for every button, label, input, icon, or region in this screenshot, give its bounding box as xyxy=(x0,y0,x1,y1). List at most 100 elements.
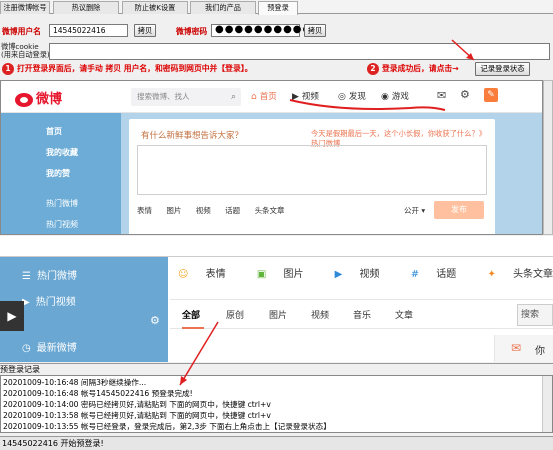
hashtag-icon: # xyxy=(410,269,420,280)
log-scrollbar[interactable] xyxy=(542,376,552,432)
weibo-logo[interactable]: 微博 xyxy=(15,88,62,107)
step1-instruction: 1 打开登录界面后，请手动 拷贝 用户名，和密码到网页中并【登录】。 xyxy=(2,63,252,75)
nav-discover[interactable]: ◎ 发现 xyxy=(338,90,366,102)
zoom-tool-image-label: 图片 xyxy=(283,269,304,280)
step1-badge: 1 xyxy=(2,63,14,75)
zoom-tool-topic-label: 话题 xyxy=(436,269,457,280)
log-line: 20201009-10:13:55 帐号已经登录，登录完成后，第2,3步 下面右… xyxy=(3,422,331,431)
mail-icon: ✉ xyxy=(511,341,522,355)
step2-instruction: 2 登录成功后，请点击→ xyxy=(367,63,459,75)
tab-anti-k[interactable]: 防止被K设置 xyxy=(122,1,188,14)
home-icon: ⌂ xyxy=(251,92,257,102)
zoom-tool-article[interactable]: ✦ 头条文章 xyxy=(487,269,553,280)
tab-delete[interactable]: 热议删除 xyxy=(53,1,119,14)
sidebar-item-home[interactable]: 首页 xyxy=(46,126,62,137)
feed-tab-video[interactable]: 视频 xyxy=(311,308,329,321)
gear-icon[interactable]: ⚙ xyxy=(460,88,470,101)
cookie-input[interactable] xyxy=(49,43,550,60)
zoomed-inset: ☰ 热门微博 ▶ 热门视频 ◷ 最新微博 ▶ ⚙ ☺ 表情 ▣ 图片 ▶ 视频 # 话… xyxy=(0,256,553,362)
video-icon: ▶ xyxy=(292,92,299,102)
tab-register[interactable]: 注册微博帐号 xyxy=(0,1,50,14)
feed-tab-article[interactable]: 文章 xyxy=(395,308,413,321)
weibo-eye-icon xyxy=(15,92,33,107)
feed-search-input[interactable]: 搜索 xyxy=(517,304,553,326)
browser-scrollbar[interactable] xyxy=(543,80,553,235)
log-list[interactable]: 20201009-10:16:48 间隔3秒继续操作... 20201009-1… xyxy=(0,375,553,433)
step2-badge: 2 xyxy=(367,63,379,75)
cookie-label-line2: (用来自动登录) xyxy=(1,50,50,59)
tool-image[interactable]: 图片 xyxy=(166,206,181,215)
zoom-tool-topic[interactable]: # 话题 xyxy=(411,269,471,280)
zoom-tool-article-label: 头条文章 xyxy=(513,269,553,280)
tool-article[interactable]: 头条文章 xyxy=(255,206,285,215)
nav-home[interactable]: ⌂ 首页 xyxy=(251,90,277,102)
sidebar-item-hot[interactable]: 热门微博 xyxy=(46,198,78,209)
username-label: 微博用户名 xyxy=(2,27,41,36)
feed-tab-original[interactable]: 原创 xyxy=(226,308,244,321)
search-icon[interactable]: ⌕ xyxy=(231,92,236,102)
weibo-logo-text: 微博 xyxy=(36,92,63,107)
visibility-select[interactable]: 公开 ▾ xyxy=(404,205,425,216)
publish-textarea[interactable] xyxy=(137,145,487,195)
record-login-button[interactable]: 记录登录状态 xyxy=(475,62,530,76)
message-card[interactable]: ✉ 你 xyxy=(494,335,553,362)
settings-gear-icon[interactable]: ⚙ xyxy=(150,314,160,327)
mail-icon[interactable]: ✉ xyxy=(437,89,446,102)
tab-prelogin[interactable]: 预登录 xyxy=(258,1,298,15)
publish-box: 有什么新鲜事想告诉大家？ 今天是假期最后一天，这个小长假，你收获了什么？》 热门… xyxy=(129,119,495,234)
compose-icon[interactable]: ✎ xyxy=(484,88,498,102)
zoom-sidebar-hot[interactable]: ☰ 热门微博 xyxy=(22,267,77,282)
credentials-panel: 微博用户名 14545022416 拷贝 微博密码 ●●●●●●●●●●● 拷贝 xyxy=(0,15,553,43)
clock-icon: ◷ xyxy=(22,343,31,354)
publish-hint: 有什么新鲜事想告诉大家？ xyxy=(141,131,244,141)
weibo-search-input[interactable]: 搜索微博、找人 xyxy=(131,88,241,106)
feed-tab-all[interactable]: 全部 xyxy=(182,308,200,321)
tool-emoji[interactable]: 表情 xyxy=(137,206,152,215)
nav-games-label: 游戏 xyxy=(391,92,409,102)
zoom-tool-image[interactable]: ▣ 图片 xyxy=(257,269,318,280)
zoom-tool-video-label: 视频 xyxy=(359,269,380,280)
embedded-browser[interactable]: 微博 搜索微博、找人 ⌕ ⌂ 首页 ▶ 视频 ◎ 发现 ◉ 游戏 ✉ ⚙ ✎ 首页 我的… xyxy=(0,80,543,235)
password-input[interactable]: ●●●●●●●●●●● xyxy=(211,24,321,37)
step2-text: 登录成功后，请点击→ xyxy=(382,64,459,73)
zoom-feed-tabs: 全部 原创 图片 视频 音乐 文章 搜索 xyxy=(170,299,553,329)
feed-tab-image[interactable]: 图片 xyxy=(269,308,287,321)
log-title: 预登录记录 xyxy=(0,363,553,375)
zoom-toolbar: ☺ 表情 ▣ 图片 ▶ 视频 # 话题 ✦ 头条文章 xyxy=(178,265,553,280)
status-bar: 14545022416 开始预登录! xyxy=(0,436,553,450)
copy-username-button[interactable]: 拷贝 xyxy=(134,24,156,37)
nav-home-label: 首页 xyxy=(259,92,277,102)
cookie-label: 微博cookie (用来自动登录) xyxy=(1,43,50,59)
compass-icon: ◎ xyxy=(338,92,346,102)
zoom-sidebar: ☰ 热门微博 ▶ 热门视频 ◷ 最新微博 ▶ ⚙ xyxy=(0,257,168,362)
tool-topic[interactable]: 话题 xyxy=(225,206,240,215)
message-card-label: 你 xyxy=(535,346,545,357)
sidebar-item-likes[interactable]: 我的赞 xyxy=(46,168,70,179)
nav-games[interactable]: ◉ 游戏 xyxy=(381,90,409,102)
username-input[interactable]: 14545022416 xyxy=(49,24,128,37)
nav-video[interactable]: ▶ 视频 xyxy=(292,90,319,102)
feed-tab-music[interactable]: 音乐 xyxy=(353,308,371,321)
inset-gap xyxy=(0,236,553,256)
video-thumb-icon[interactable]: ▶ xyxy=(0,301,24,331)
log-line: 20201009-10:16:48 间隔3秒继续操作... xyxy=(3,378,147,387)
zoom-tool-video[interactable]: ▶ 视频 xyxy=(335,269,394,280)
zoom-sidebar-hotvideo[interactable]: ▶ 热门视频 xyxy=(22,293,76,308)
step1-text: 打开登录界面后，请手动 拷贝 用户名，和密码到网页中并【登录】。 xyxy=(17,64,253,73)
copy-password-button[interactable]: 拷贝 xyxy=(304,24,326,37)
sidebar-item-hotvideo[interactable]: 热门视频 xyxy=(46,219,78,230)
log-line: 20201009-10:13:58 帐号已经拷贝好,请粘贴到 下面的网页中，快捷… xyxy=(3,411,271,420)
tab-bar: 注册微博帐号 热议删除 防止被K设置 我们的产品 预登录 xyxy=(0,0,553,15)
tool-video[interactable]: 视频 xyxy=(196,206,211,215)
zoom-main: ☺ 表情 ▣ 图片 ▶ 视频 # 话题 ✦ 头条文章 全部 原创 图片 视频 音… xyxy=(170,257,553,362)
publish-button[interactable]: 发布 xyxy=(434,201,484,219)
zoom-sidebar-hot-label: 热门微博 xyxy=(36,271,77,282)
zoom-sidebar-latest-label: 最新微博 xyxy=(36,343,77,354)
sidebar-item-favorites[interactable]: 我的收藏 xyxy=(46,147,78,158)
zoom-tool-emoji[interactable]: ☺ 表情 xyxy=(178,269,240,280)
zoom-sidebar-latest[interactable]: ◷ 最新微博 xyxy=(22,339,77,354)
log-line: 20201009-10:14:00 密码已经拷贝好,请粘贴到 下面的网页中，快捷… xyxy=(3,400,271,409)
image-icon: ▣ xyxy=(256,269,267,280)
tab-products[interactable]: 我们的产品 xyxy=(190,1,256,14)
game-icon: ◉ xyxy=(381,92,389,102)
